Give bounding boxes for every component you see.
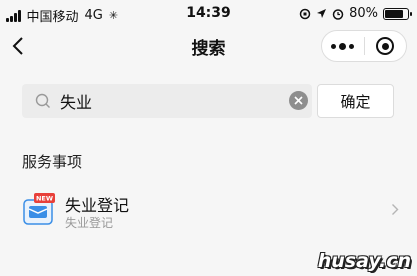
more-button[interactable] [322, 42, 364, 50]
clear-search-button[interactable] [289, 91, 308, 110]
search-box [22, 84, 312, 118]
mini-program-capsule [321, 30, 407, 62]
status-right: 80% [299, 6, 412, 21]
more-dots-icon [331, 42, 355, 50]
search-row: 确定 [22, 84, 402, 118]
section-title: 服务事项 [22, 153, 83, 171]
location-icon [317, 9, 327, 18]
battery-fill [385, 9, 403, 18]
new-badge-text: NEW [36, 195, 53, 203]
orientation-lock-icon [299, 8, 311, 19]
list-item[interactable]: NEW 失业登记 失业登记 [0, 182, 417, 246]
confirm-button[interactable]: 确定 [317, 84, 394, 118]
nav-bar: 搜索 [0, 28, 417, 64]
close-mini-program-button[interactable] [365, 37, 407, 55]
search-input[interactable] [60, 84, 280, 118]
battery-percent: 80% [349, 6, 378, 21]
alarm-icon [332, 8, 344, 20]
search-icon [35, 93, 50, 108]
watermark: husay.cn [317, 250, 411, 272]
service-title: 失业登记 [65, 196, 130, 215]
service-subtitle: 失业登记 [65, 216, 114, 230]
chevron-right-icon [392, 204, 399, 215]
battery-icon [383, 7, 412, 20]
close-icon [294, 96, 303, 105]
service-icon: NEW [23, 193, 55, 225]
status-bar: 中国移动 4G ✳ 14:39 80% [0, 0, 417, 28]
target-icon [376, 37, 395, 55]
